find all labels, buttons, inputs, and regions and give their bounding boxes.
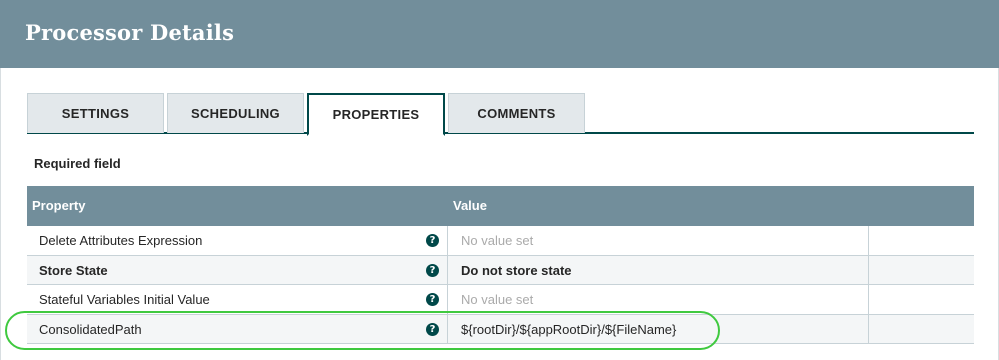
tab-settings[interactable]: SETTINGS — [27, 93, 164, 133]
question-mark-icon[interactable]: ? — [426, 234, 439, 247]
column-divider — [868, 226, 869, 255]
column-header-property[interactable]: Property — [32, 198, 85, 213]
question-mark-icon[interactable]: ? — [426, 263, 439, 277]
property-name: Store State — [39, 262, 108, 278]
required-field-label: Required field — [34, 156, 121, 171]
column-divider — [868, 255, 869, 284]
column-divider — [447, 314, 448, 343]
dialog-content: SETTINGS SCHEDULING PROPERTIES COMMENTS … — [0, 68, 999, 360]
property-name: Stateful Variables Initial Value — [39, 292, 210, 307]
property-value[interactable]: ${rootDir}/${appRootDir}/${FileName} — [461, 322, 676, 337]
table-row[interactable]: ConsolidatedPath ? ${rootDir}/${appRootD… — [27, 314, 974, 344]
table-row[interactable]: Stateful Variables Initial Value ? No va… — [27, 285, 974, 315]
property-value[interactable]: No value set — [461, 292, 533, 307]
property-name: Delete Attributes Expression — [39, 233, 203, 248]
column-divider — [868, 314, 869, 343]
property-value[interactable]: Do not store state — [461, 263, 572, 278]
tab-scheduling[interactable]: SCHEDULING — [167, 93, 304, 133]
dialog-header: Processor Details — [0, 0, 999, 68]
table-row[interactable]: Delete Attributes Expression ? No value … — [27, 226, 974, 256]
table-row[interactable]: Store State ? Do not store state — [27, 255, 974, 285]
properties-table: Property Value Delete Attributes Express… — [27, 186, 974, 344]
column-divider — [447, 285, 448, 314]
tab-properties[interactable]: PROPERTIES — [307, 93, 445, 136]
tab-comments[interactable]: COMMENTS — [448, 93, 585, 133]
property-name: ConsolidatedPath — [39, 321, 142, 337]
question-mark-icon[interactable]: ? — [426, 293, 439, 306]
column-divider — [868, 285, 869, 314]
property-value[interactable]: No value set — [461, 233, 533, 248]
question-mark-icon[interactable]: ? — [426, 322, 439, 336]
table-header: Property Value — [27, 186, 974, 226]
column-divider — [447, 226, 448, 255]
dialog-title: Processor Details — [25, 20, 235, 45]
tab-bar: SETTINGS SCHEDULING PROPERTIES COMMENTS — [27, 93, 974, 136]
column-divider — [447, 255, 448, 284]
column-header-value[interactable]: Value — [453, 198, 487, 213]
